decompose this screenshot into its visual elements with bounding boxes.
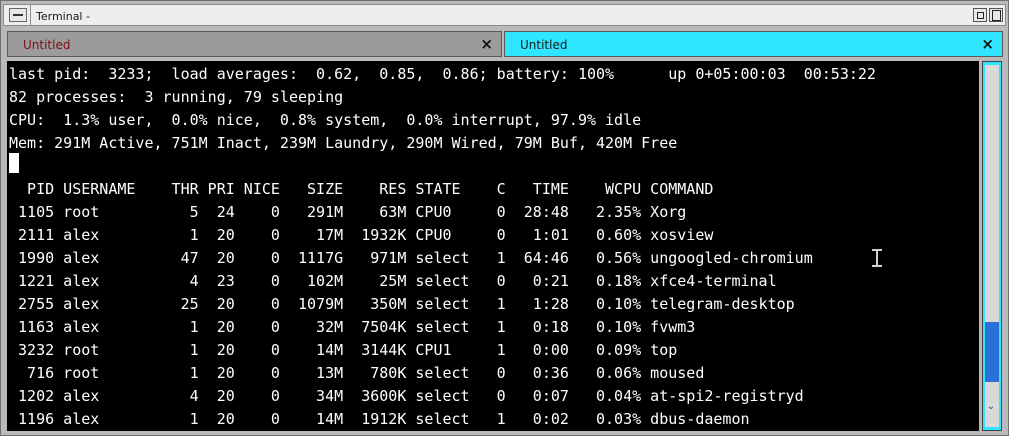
status-line: 82 processes: 3 running, 79 sleeping (9, 88, 344, 106)
window-menu-icon[interactable] (9, 8, 27, 22)
tab-label: Untitled (23, 38, 71, 52)
scroll-track[interactable] (985, 65, 999, 427)
ibeam-cursor-icon (872, 248, 882, 268)
close-icon[interactable]: × (981, 35, 994, 53)
process-row: 1221 alex 4 23 0 102M 25M select 0 0:21 … (9, 272, 777, 290)
scroll-thumb[interactable] (985, 322, 999, 382)
process-row: 1196 alex 1 20 0 14M 1912K select 1 0:02… (9, 410, 750, 428)
process-row: 1105 root 5 24 0 291M 63M CPU0 0 28:48 2… (9, 203, 687, 221)
process-table-header: PID USERNAME THR PRI NICE SIZE RES STATE… (9, 180, 714, 198)
title-bar[interactable]: Terminal - (3, 4, 1006, 26)
tab-bar: Untitled × Untitled × (7, 31, 1003, 57)
title-separator (30, 5, 31, 25)
status-line: Mem: 291M Active, 751M Inact, 239M Laund… (9, 134, 678, 152)
process-row: 716 root 1 20 0 13M 780K select 0 0:36 0… (9, 364, 705, 382)
tab-label: Untitled (520, 38, 568, 52)
process-row: 3232 root 1 20 0 14M 3144K CPU1 1 0:00 0… (9, 341, 678, 359)
terminal-output[interactable]: 1196 alex 1 20 0 14M 1912K select 1 0:02… (7, 61, 979, 431)
tab-untitled-2[interactable]: Untitled × (504, 31, 1003, 57)
process-row: 2111 alex 1 20 0 17M 1932K CPU0 0 1:01 0… (9, 226, 714, 244)
close-icon[interactable]: × (480, 35, 493, 53)
process-row: 1990 alex 47 20 0 1117G 971M select 1 64… (9, 249, 813, 267)
window-title: Terminal - (36, 10, 90, 23)
status-line: CPU: 1.3% user, 0.0% nice, 0.8% system, … (9, 111, 642, 129)
text-cursor (9, 153, 19, 173)
tab-untitled-1[interactable]: Untitled × (7, 31, 502, 57)
scroll-down-icon[interactable]: ⌄ (985, 402, 997, 412)
status-line: last pid: 3233; load averages: 0.62, 0.8… (9, 65, 876, 83)
process-row: 1202 alex 4 20 0 34M 3600K select 0 0:07… (9, 387, 804, 405)
scrollbar[interactable]: ⌄ (982, 61, 1002, 431)
terminal-window: Terminal - Untitled × Untitled × 1196 al… (0, 0, 1009, 436)
process-row: 2755 alex 25 20 0 1079M 350M select 1 1:… (9, 295, 795, 313)
maximize-icon[interactable] (989, 8, 1003, 22)
process-row: 1163 alex 1 20 0 32M 7504K select 1 0:18… (9, 318, 696, 336)
minimize-icon[interactable] (973, 8, 987, 22)
